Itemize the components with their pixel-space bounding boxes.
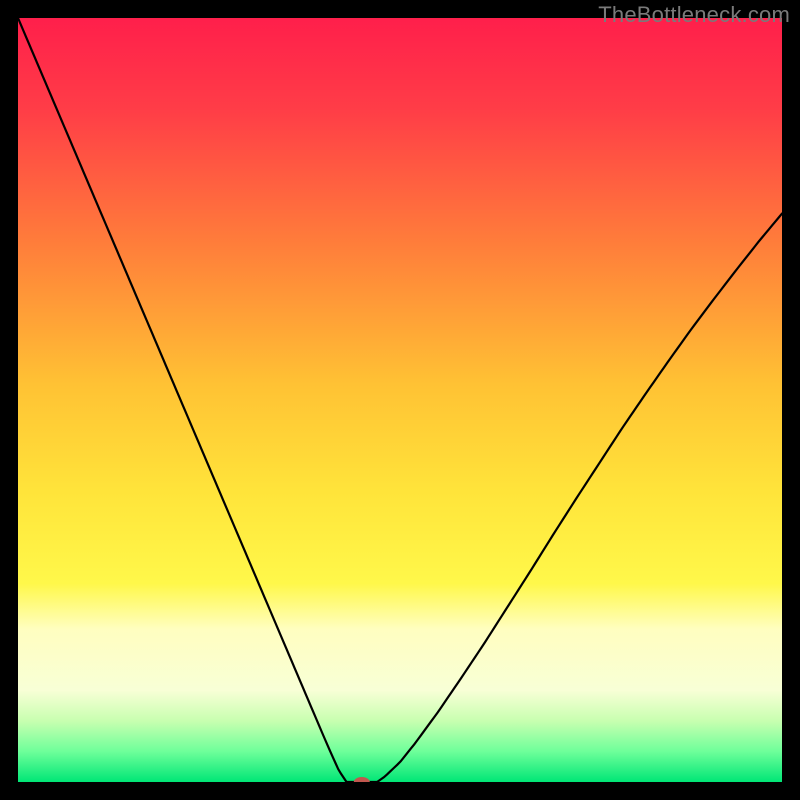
plot-area	[18, 18, 782, 782]
gradient-background	[18, 18, 782, 782]
bottleneck-chart	[18, 18, 782, 782]
chart-frame: TheBottleneck.com	[0, 0, 800, 800]
